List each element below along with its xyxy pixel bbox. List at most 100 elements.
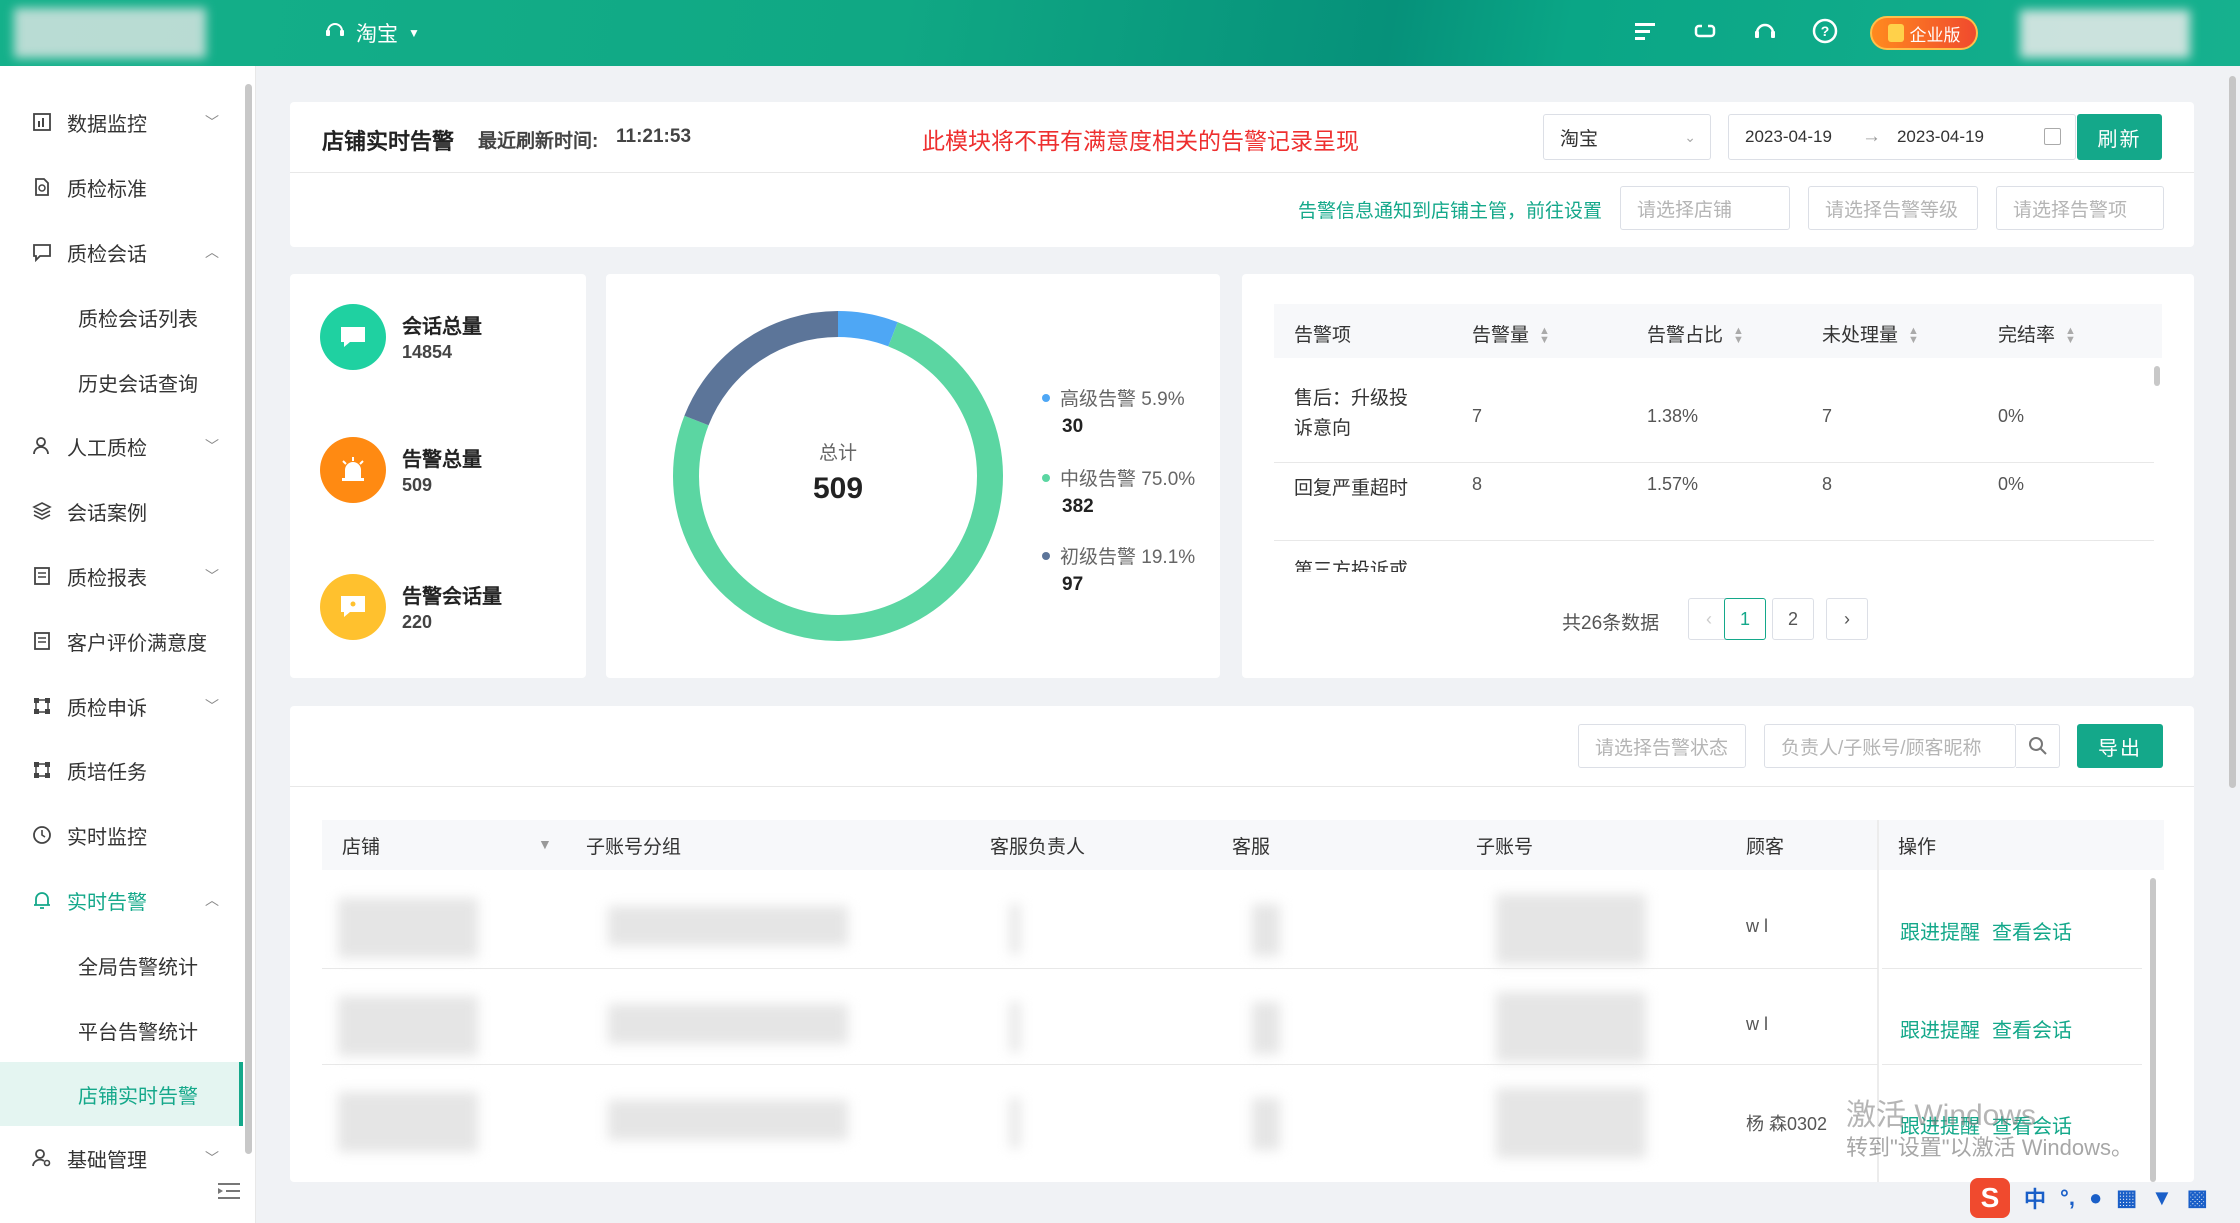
enterprise-label: 企业版	[1909, 25, 1961, 45]
sidebar-item-15[interactable]: 店铺实时告警	[0, 1062, 243, 1126]
enterprise-badge[interactable]: 企业版	[1870, 16, 1978, 50]
date-range-picker[interactable]: 2023-04-19 → 2023-04-19	[1728, 114, 2076, 160]
chevron-down-icon: ﹀	[205, 1150, 219, 1166]
sidebar-item-14[interactable]: 平台告警统计	[0, 998, 243, 1062]
follow-up-link[interactable]: 跟进提醒	[1900, 916, 1980, 945]
shop-placeholder: 请选择店铺	[1637, 199, 1733, 221]
platform-select[interactable]: 淘宝 ⌄	[1543, 114, 1711, 160]
shop-select[interactable]: 请选择店铺	[1620, 186, 1790, 230]
sidebar-item-4[interactable]: 历史会话查询	[0, 350, 243, 414]
legend-item[interactable]: 初级告警 19.1%	[1042, 542, 1195, 569]
support-icon[interactable]	[1750, 16, 1780, 46]
sidebar-item-label: 人工质检	[67, 437, 147, 460]
header-label: 告警项	[1294, 325, 1352, 346]
sidebar-item-10[interactable]: 质培任务	[0, 738, 243, 802]
sidebar-item-11[interactable]: 实时监控	[0, 803, 243, 867]
punctuation-icon[interactable]: °,	[2060, 1185, 2075, 1211]
skin-icon[interactable]: ▼	[2151, 1185, 2173, 1211]
view-session-link[interactable]: 查看会话	[1992, 1014, 2072, 1043]
menu-icon[interactable]	[1630, 16, 1660, 46]
shop-switcher[interactable]: 淘宝 ▼	[324, 18, 420, 48]
sidebar-item-9[interactable]: 质检申诉 ﹀	[0, 674, 243, 738]
stat-value: 220	[402, 612, 433, 632]
ime-mode[interactable]: 中	[2024, 1182, 2046, 1214]
windows-watermark-title: 激活 Windows	[1846, 1099, 2037, 1132]
detail-scrollbar[interactable]	[2150, 878, 2156, 1182]
sort-icon[interactable]: ▲ ▼	[1733, 325, 1744, 345]
sort-icon[interactable]: ▲ ▼	[2065, 325, 2076, 345]
chart-icon	[30, 110, 54, 134]
alarm-column-header[interactable]: 未处理量 ▲ ▼	[1822, 320, 1919, 347]
chevron-down-icon: ﹀	[205, 114, 219, 130]
sidebar-item-2[interactable]: 质检会话 ︿	[0, 220, 243, 284]
detail-column-header: 子账号分组	[586, 837, 682, 858]
sidebar-item-12[interactable]: 实时告警 ︿	[0, 868, 243, 932]
page-2-button[interactable]: 2	[1772, 598, 1814, 640]
notice-text: 此模块将不再有满意度相关的告警记录呈现	[922, 128, 1359, 154]
sidebar-item-1[interactable]: 质检标准	[0, 155, 243, 219]
refresh-cycle-icon[interactable]	[1690, 16, 1720, 46]
status-placeholder: 请选择告警状态	[1595, 737, 1729, 759]
keyboard-icon[interactable]: ▦	[2116, 1185, 2137, 1211]
alarm-icon	[320, 437, 386, 503]
donut-center-label: 总计	[818, 443, 857, 464]
collapse-menu-icon[interactable]	[216, 1180, 242, 1202]
follow-up-link[interactable]: 跟进提醒	[1900, 1014, 1980, 1043]
sidebar-item-16[interactable]: 基础管理 ﹀	[0, 1126, 243, 1190]
item-select[interactable]: 请选择告警项	[1996, 186, 2164, 230]
alarm-column-header[interactable]: 告警占比 ▲ ▼	[1647, 320, 1744, 347]
legend-item[interactable]: 中级告警 75.0%	[1042, 464, 1195, 491]
stat-label: 告警总量	[402, 449, 482, 471]
sidebar-item-label: 质检会话	[67, 243, 147, 266]
sidebar-item-label: 全局告警统计	[78, 956, 198, 979]
next-page-button[interactable]: ›	[1826, 598, 1868, 640]
export-button[interactable]: 导出	[2077, 724, 2163, 768]
notify-settings-link[interactable]: 告警信息通知到店铺主管，前往设置	[1298, 196, 1602, 223]
toolbox-icon[interactable]: ▩	[2187, 1185, 2208, 1211]
detail-column-header: 客服	[1232, 837, 1271, 858]
page-scrollbar[interactable]	[2229, 76, 2236, 788]
user-avatar[interactable]	[2020, 10, 2190, 58]
sidebar-item-8[interactable]: 客户评价满意度	[0, 609, 243, 673]
report-icon	[30, 629, 54, 653]
sidebar-item-label: 质检申诉	[67, 697, 147, 720]
alarm-column-header[interactable]: 告警量 ▲ ▼	[1472, 320, 1550, 347]
help-icon[interactable]: ?	[1810, 16, 1840, 46]
alarm-cell: 0%	[1998, 474, 2025, 494]
search-input[interactable]: 负责人/子账号/顾客昵称	[1764, 724, 2016, 768]
sort-icon[interactable]: ▲ ▼	[1539, 325, 1550, 345]
table-scrollbar[interactable]	[2154, 366, 2160, 386]
filter-icon[interactable]: ▼	[538, 836, 552, 852]
level-select[interactable]: 请选择告警等级	[1808, 186, 1978, 230]
alarm-column-header[interactable]: 完结率 ▲ ▼	[1998, 320, 2076, 347]
donut-segment-2[interactable]	[684, 311, 839, 426]
legend-item[interactable]: 高级告警 5.9%	[1042, 384, 1185, 411]
donut-segment-0[interactable]	[837, 311, 898, 347]
view-session-link[interactable]: 查看会话	[1992, 916, 2072, 945]
microphone-icon[interactable]: ●	[2089, 1185, 2102, 1211]
sidebar-item-7[interactable]: 质检报表 ﹀	[0, 544, 243, 608]
sogou-icon[interactable]: S	[1970, 1178, 2010, 1218]
sidebar-item-13[interactable]: 全局告警统计	[0, 933, 243, 997]
top-bar: 淘宝 ▼ ? 企业版	[0, 0, 2240, 66]
status-select[interactable]: 请选择告警状态	[1578, 724, 1746, 768]
sort-icon[interactable]: ▲ ▼	[1908, 325, 1919, 345]
user-icon	[30, 434, 54, 458]
header-label: 未处理量	[1822, 325, 1899, 346]
redacted-cell	[608, 1004, 848, 1044]
search-button[interactable]	[2016, 724, 2060, 768]
redacted-cell	[608, 906, 848, 946]
sidebar-item-3[interactable]: 质检会话列表	[0, 285, 243, 349]
sidebar-item-0[interactable]: 数据监控 ﹀	[0, 90, 243, 154]
redacted-cell	[1010, 904, 1020, 954]
chevron-down-icon: ﹀	[205, 438, 219, 454]
clock-icon	[30, 823, 54, 847]
sidebar-item-6[interactable]: 会话案例	[0, 479, 243, 543]
customer-cell: w l	[1746, 1014, 1768, 1034]
page-1-button[interactable]: 1	[1724, 598, 1766, 640]
refresh-button[interactable]: 刷新	[2077, 114, 2162, 160]
total-count: 共26条数据	[1562, 613, 1660, 634]
sidebar-item-5[interactable]: 人工质检 ﹀	[0, 414, 243, 478]
sidebar-scrollbar[interactable]	[245, 84, 252, 1154]
chevron-up-icon: ︿	[205, 244, 219, 260]
